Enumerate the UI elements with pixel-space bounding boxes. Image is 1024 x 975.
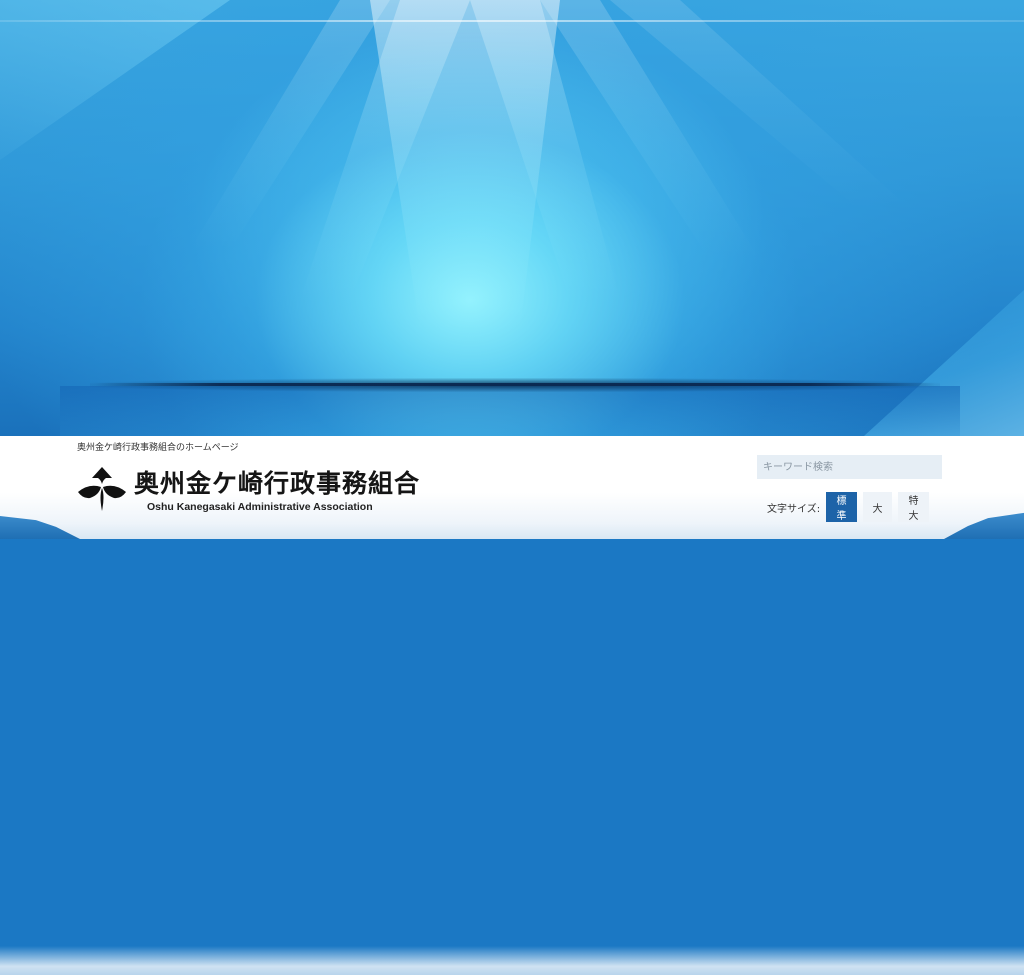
hero-shelf-glow — [60, 386, 960, 436]
header-foot-gradient — [0, 946, 1024, 975]
hero-shelf-line — [95, 383, 935, 386]
font-size-label: 文字サイズ: — [767, 504, 821, 515]
site-tagline: 奥州金ケ崎行政事務組合のホームページ — [77, 443, 239, 453]
emblem-icon — [78, 467, 126, 511]
site-title: 奥州金ケ崎行政事務組合 — [134, 469, 421, 498]
keyword-search-input[interactable] — [757, 455, 942, 479]
font-size-xlarge-button[interactable]: 特大 — [898, 492, 929, 522]
hero-top-line — [0, 20, 1024, 22]
font-size-large-button[interactable]: 大 — [863, 492, 892, 522]
hero-banner — [0, 0, 1024, 436]
font-size-standard-button[interactable]: 標準 — [826, 492, 857, 522]
hero-light-rays — [190, 0, 900, 330]
site-subtitle: Oshu Kanegasaki Administrative Associati… — [147, 501, 373, 513]
